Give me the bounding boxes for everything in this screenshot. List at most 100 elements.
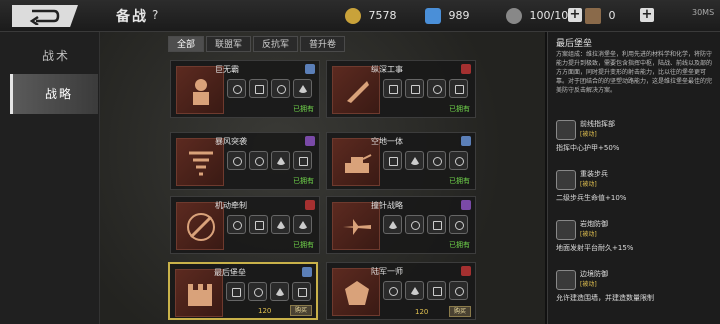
strategy-card-baofeng[interactable]: 暴风突袭 已拥有 [170,132,320,190]
skill-icon [449,151,468,170]
crossed-gun-icon [187,213,215,241]
gold-value: 7578 [368,9,397,22]
strategy-name: 最后堡垒 [214,268,246,277]
owned-status: 已拥有 [293,241,314,249]
wall-icon [556,270,576,290]
effect-value: 地面发射平台耐久+15% [556,244,634,252]
detail-title: 最后堡垒 [556,39,593,49]
skill-icon [293,151,312,170]
strategy-card-zuihou[interactable]: 最后堡垒 120 购买 [168,262,318,320]
tab-resistance[interactable]: 反抗军 [253,36,299,52]
add-ticket-button[interactable]: + [640,8,654,22]
skill-icon [227,79,246,98]
skill-icon [249,151,268,170]
owned-status: 已拥有 [449,241,470,249]
stamina-counter: 100/100 [506,6,575,26]
skill-icon [427,79,446,98]
skill-icon [227,151,246,170]
skill-icon [405,215,424,234]
skill-icon [383,281,402,300]
skill-row [227,215,315,234]
tornado-icon [189,151,213,176]
effect-state: [被动] [580,181,597,188]
skill-icon [293,215,312,234]
strategy-card-juwuba[interactable]: 巨无霸 已拥有 [170,60,320,118]
strategy-card-lujun[interactable]: 陆军一师 120 购买 [326,262,476,320]
skill-icon [271,79,290,98]
back-arrow-icon [29,9,60,25]
effect-state: [被动] [580,131,597,138]
tab-all[interactable]: 全部 [168,36,205,52]
skill-row [383,79,471,98]
faction-badge-icon [461,266,471,276]
jet-icon [343,219,371,235]
sidebar-item-strategy[interactable]: 战略 [10,74,98,114]
sidebar-item-label: 战略 [45,87,74,101]
ticket-icon [585,8,601,24]
sidebar-item-tactics[interactable]: 战术 [10,36,98,76]
add-stamina-button[interactable]: + [568,8,582,22]
price-label: 120 [415,308,429,316]
strategy-card-zhuangzhen[interactable]: 撞针战略 已拥有 [326,196,476,254]
fortress-icon [188,284,212,306]
tank-icon [345,154,372,173]
strategy-name: 纵深工事 [371,65,403,74]
skill-icon [270,282,289,301]
strategy-card-zongshen[interactable]: 纵深工事 已拥有 [326,60,476,118]
ticket-value: 0 [608,9,616,22]
gem-icon [425,8,441,24]
skill-icon [226,282,245,301]
skill-icon [248,282,267,301]
skill-icon [405,79,424,98]
skill-icon [383,79,402,98]
skill-icon [405,281,424,300]
strategy-name: 空地一体 [371,137,403,146]
soldier-icon [193,79,209,105]
missile-icon [347,81,369,103]
buy-button[interactable]: 购买 [290,305,312,316]
skill-icon [427,281,446,300]
gold-counter: 7578 [345,6,397,26]
skill-icon [249,215,268,234]
skill-icon [427,151,446,170]
owned-status: 已拥有 [449,105,470,113]
effect-item: 岩炮防御 [被动] 地面发射平台耐久+15% [556,216,714,254]
strategy-name: 巨无霸 [215,65,239,74]
faction-badge-icon [302,267,312,277]
chess-rook-icon [556,120,576,140]
skill-row [383,215,471,234]
owned-status: 已拥有 [449,177,470,185]
strategy-name: 机动牵制 [215,201,247,210]
skill-icon [271,215,290,234]
skill-row [383,281,471,300]
owned-status: 已拥有 [293,105,314,113]
tab-upgrade[interactable]: 普升卷 [300,36,346,52]
effect-value: 允许建造围墙，并建造数量限制 [556,294,654,302]
detail-panel: 最后堡垒 方案组成：维拉消堡垒，利用先进的材料学和化学，将防守能力提升到极致，需… [547,32,720,324]
skill-icon [249,79,268,98]
skill-row [383,151,471,170]
effect-item: 前线指挥部 [被动] 指挥中心护甲+50% [556,116,714,154]
faction-badge-icon [461,200,471,210]
effect-name: 岩炮防御 [580,220,608,228]
skill-icon [449,281,468,300]
faction-badge-icon [305,64,315,74]
help-icon[interactable]: ? [152,8,158,22]
sidebar: 战术 战略 [0,32,100,324]
price-label: 120 [258,307,272,315]
gold-coin-icon [345,8,361,24]
effect-item: 重装步兵 [被动] 二级步兵生命值+10% [556,166,714,204]
tab-alliance[interactable]: 联盟军 [206,36,252,52]
detail-description: 方案组成：维拉消堡垒，利用先进的材料学和化学，将防守能力提升到极致，需要包含指挥… [556,51,713,94]
buy-button[interactable]: 购买 [449,306,471,317]
strategy-card-jidong[interactable]: 机动牵制 已拥有 [170,196,320,254]
skill-icon [271,151,290,170]
effect-name: 重装步兵 [580,170,608,178]
strategy-card-kongdi[interactable]: 空地一体 已拥有 [326,132,476,190]
faction-badge-icon [461,136,471,146]
back-button[interactable] [12,5,78,27]
skill-icon [383,151,402,170]
network-latency: 30MS [692,8,715,17]
skill-row [226,282,314,301]
top-bar: 备战 ? 7578 989 100/100 + 0 + 30MS [0,0,720,32]
